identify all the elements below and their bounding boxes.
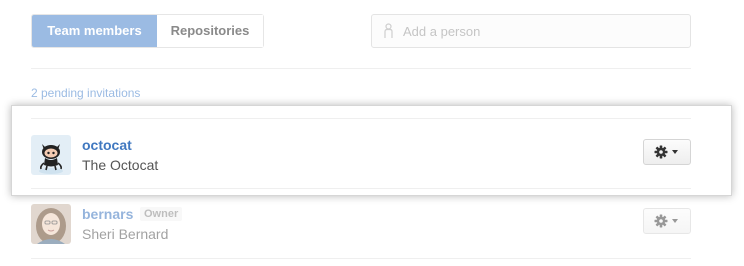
member-login-link[interactable]: octocat (82, 137, 132, 153)
user-photo-icon (31, 204, 71, 244)
caret-down-icon (672, 219, 678, 223)
add-person-input[interactable] (403, 23, 663, 39)
pending-invitations-link[interactable]: 2 pending invitations (31, 86, 140, 100)
member-row: octocat The Octocat (31, 135, 691, 195)
divider (31, 68, 691, 69)
divider (31, 118, 691, 119)
divider (31, 188, 691, 189)
gear-icon (654, 214, 678, 228)
member-full-name: Sheri Bernard (82, 226, 169, 242)
gear-icon (654, 145, 678, 159)
owner-badge: Owner (140, 207, 183, 221)
member-full-name: The Octocat (82, 157, 159, 173)
member-row: bernars Owner Sheri Bernard (31, 204, 691, 264)
avatar[interactable] (31, 135, 71, 175)
tab-repositories[interactable]: Repositories (157, 15, 263, 47)
add-person-search (371, 14, 691, 48)
tab-team-members[interactable]: Team members (32, 15, 157, 47)
divider (31, 258, 691, 259)
team-tabs: Team members Repositories (31, 14, 264, 48)
person-icon (384, 23, 393, 38)
octocat-avatar-icon (31, 135, 71, 175)
avatar[interactable] (31, 204, 71, 244)
member-settings-button[interactable] (643, 139, 691, 165)
member-settings-button[interactable] (643, 208, 691, 234)
member-login-link[interactable]: bernars (82, 206, 133, 222)
caret-down-icon (672, 150, 678, 154)
